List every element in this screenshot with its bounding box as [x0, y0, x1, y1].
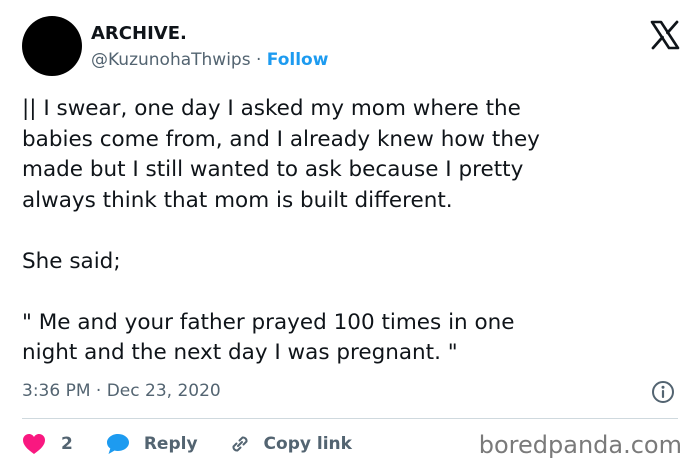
copy-link-button[interactable]: Copy link: [228, 432, 352, 456]
link-icon: [232, 436, 248, 452]
follow-button[interactable]: Follow: [267, 50, 329, 70]
info-icon[interactable]: [651, 380, 675, 404]
like-count: 2: [61, 434, 73, 454]
like-button[interactable]: 2: [22, 433, 73, 455]
avatar[interactable]: [22, 16, 82, 76]
x-logo-icon[interactable]: [650, 20, 680, 50]
divider: [22, 418, 678, 419]
speech-bubble-icon: [106, 434, 129, 454]
tweet-date: Dec 23, 2020: [106, 381, 221, 401]
author-handle[interactable]: @KuzunohaThwips: [91, 50, 251, 70]
copy-link-label: Copy link: [263, 434, 352, 454]
author-display-name[interactable]: ARCHIVE.: [91, 23, 187, 45]
tweet-time: 3:36 PM: [22, 381, 91, 401]
handle-separator: ·: [250, 50, 267, 70]
heart-icon: [23, 434, 45, 454]
watermark: boredpanda.com: [478, 431, 682, 459]
timestamp-separator: ·: [90, 381, 107, 401]
author-handle-row: @KuzunohaThwips · Follow: [91, 49, 328, 71]
tweet-text: || I swear, one day I asked my mom where…: [22, 96, 540, 365]
reply-label: Reply: [143, 434, 198, 454]
tweet-timestamp[interactable]: 3:36 PM · Dec 23, 2020: [22, 380, 221, 402]
reply-button[interactable]: Reply: [106, 433, 198, 455]
action-bar: 2 Reply Copy link: [22, 430, 352, 458]
